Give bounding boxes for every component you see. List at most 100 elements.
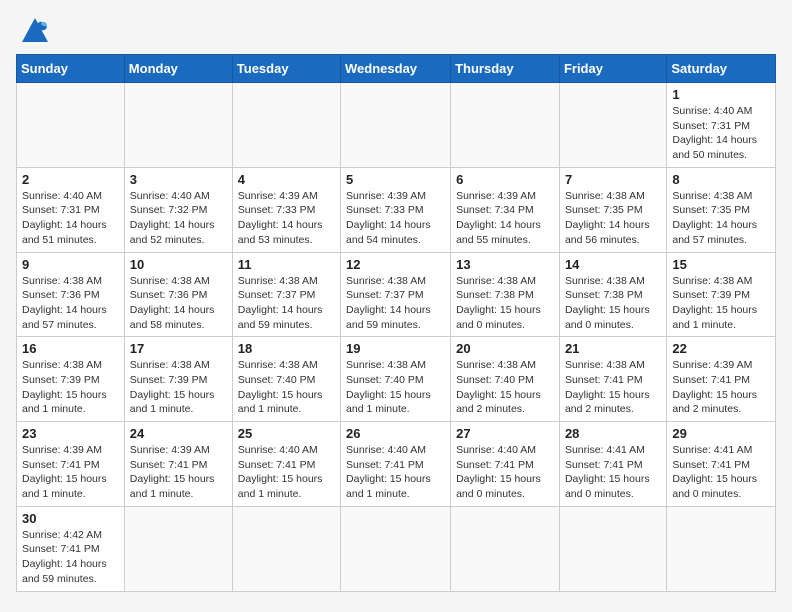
calendar-day-cell: 28Sunrise: 4:41 AM Sunset: 7:41 PM Dayli…: [559, 422, 666, 507]
calendar: SundayMondayTuesdayWednesdayThursdayFrid…: [16, 54, 776, 592]
day-header-tuesday: Tuesday: [232, 55, 340, 83]
day-info: Sunrise: 4:39 AM Sunset: 7:41 PM Dayligh…: [22, 443, 119, 502]
day-number: 26: [346, 426, 445, 441]
day-info: Sunrise: 4:38 AM Sunset: 7:35 PM Dayligh…: [565, 189, 661, 248]
calendar-day-cell: 29Sunrise: 4:41 AM Sunset: 7:41 PM Dayli…: [667, 422, 776, 507]
day-number: 18: [238, 341, 335, 356]
calendar-day-cell: 9Sunrise: 4:38 AM Sunset: 7:36 PM Daylig…: [17, 252, 125, 337]
day-number: 1: [672, 87, 770, 102]
day-number: 25: [238, 426, 335, 441]
day-info: Sunrise: 4:39 AM Sunset: 7:41 PM Dayligh…: [672, 358, 770, 417]
day-info: Sunrise: 4:40 AM Sunset: 7:31 PM Dayligh…: [672, 104, 770, 163]
calendar-day-cell: [232, 506, 340, 591]
calendar-day-cell: 19Sunrise: 4:38 AM Sunset: 7:40 PM Dayli…: [341, 337, 451, 422]
day-number: 3: [130, 172, 227, 187]
day-info: Sunrise: 4:38 AM Sunset: 7:39 PM Dayligh…: [672, 274, 770, 333]
calendar-day-cell: [341, 83, 451, 168]
day-number: 2: [22, 172, 119, 187]
calendar-week-row: 9 Sunrise: 4:38 AM Sunset: 7:36 PM Daylig…: [17, 252, 776, 337]
calendar-day-cell: 10 Sunrise: 4:38 AM Sunset: 7:36 PM Dayli…: [124, 252, 232, 337]
day-number: 10: [130, 257, 227, 272]
calendar-day-cell: [451, 506, 560, 591]
calendar-day-cell: 11 Sunrise: 4:38 AM Sunset: 7:37 PM Dayli…: [232, 252, 340, 337]
day-info: Sunrise: 4:38 AM Sunset: 7:38 PM Dayligh…: [456, 274, 554, 333]
calendar-week-row: 30Sunrise: 4:42 AM Sunset: 7:41 PM Dayli…: [17, 506, 776, 591]
calendar-day-cell: 14 Sunrise: 4:38 AM Sunset: 7:38 PM Dayli…: [559, 252, 666, 337]
calendar-day-cell: [232, 83, 340, 168]
calendar-day-cell: 24 Sunrise: 4:39 AM Sunset: 7:41 PM Dayli…: [124, 422, 232, 507]
calendar-day-cell: 15 Sunrise: 4:38 AM Sunset: 7:39 PM Dayli…: [667, 252, 776, 337]
day-info: Sunrise: 4:39 AM Sunset: 7:33 PM Dayligh…: [346, 189, 445, 248]
logo: [16, 16, 50, 44]
day-info: Sunrise: 4:38 AM Sunset: 7:40 PM Dayligh…: [456, 358, 554, 417]
day-info: Sunrise: 4:40 AM Sunset: 7:41 PM Dayligh…: [456, 443, 554, 502]
day-number: 16: [22, 341, 119, 356]
day-number: 24: [130, 426, 227, 441]
day-info: Sunrise: 4:40 AM Sunset: 7:41 PM Dayligh…: [346, 443, 445, 502]
calendar-day-cell: [341, 506, 451, 591]
calendar-day-cell: 20 Sunrise: 4:38 AM Sunset: 7:40 PM Dayli…: [451, 337, 560, 422]
day-number: 22: [672, 341, 770, 356]
calendar-day-cell: 1 Sunrise: 4:40 AM Sunset: 7:31 PM Daylig…: [667, 83, 776, 168]
day-header-sunday: Sunday: [17, 55, 125, 83]
calendar-header-row: SundayMondayTuesdayWednesdayThursdayFrid…: [17, 55, 776, 83]
day-info: Sunrise: 4:40 AM Sunset: 7:41 PM Dayligh…: [238, 443, 335, 502]
calendar-week-row: 1 Sunrise: 4:40 AM Sunset: 7:31 PM Daylig…: [17, 83, 776, 168]
calendar-day-cell: 3 Sunrise: 4:40 AM Sunset: 7:32 PM Daylig…: [124, 167, 232, 252]
calendar-day-cell: 26 Sunrise: 4:40 AM Sunset: 7:41 PM Dayli…: [341, 422, 451, 507]
day-info: Sunrise: 4:40 AM Sunset: 7:32 PM Dayligh…: [130, 189, 227, 248]
calendar-day-cell: [124, 83, 232, 168]
day-number: 17: [130, 341, 227, 356]
calendar-week-row: 23 Sunrise: 4:39 AM Sunset: 7:41 PM Dayli…: [17, 422, 776, 507]
day-number: 23: [22, 426, 119, 441]
day-number: 9: [22, 257, 119, 272]
calendar-day-cell: 2 Sunrise: 4:40 AM Sunset: 7:31 PM Daylig…: [17, 167, 125, 252]
calendar-day-cell: [559, 83, 666, 168]
day-header-wednesday: Wednesday: [341, 55, 451, 83]
day-number: 6: [456, 172, 554, 187]
day-info: Sunrise: 4:40 AM Sunset: 7:31 PM Dayligh…: [22, 189, 119, 248]
day-info: Sunrise: 4:39 AM Sunset: 7:41 PM Dayligh…: [130, 443, 227, 502]
day-number: 13: [456, 257, 554, 272]
calendar-day-cell: [17, 83, 125, 168]
day-info: Sunrise: 4:39 AM Sunset: 7:33 PM Dayligh…: [238, 189, 335, 248]
day-number: 30: [22, 511, 119, 526]
calendar-week-row: 16 Sunrise: 4:38 AM Sunset: 7:39 PM Dayli…: [17, 337, 776, 422]
day-info: Sunrise: 4:38 AM Sunset: 7:41 PM Dayligh…: [565, 358, 661, 417]
calendar-day-cell: 17 Sunrise: 4:38 AM Sunset: 7:39 PM Dayli…: [124, 337, 232, 422]
calendar-day-cell: 30Sunrise: 4:42 AM Sunset: 7:41 PM Dayli…: [17, 506, 125, 591]
day-info: Sunrise: 4:38 AM Sunset: 7:38 PM Dayligh…: [565, 274, 661, 333]
day-info: Sunrise: 4:39 AM Sunset: 7:34 PM Dayligh…: [456, 189, 554, 248]
calendar-day-cell: 12Sunrise: 4:38 AM Sunset: 7:37 PM Dayli…: [341, 252, 451, 337]
calendar-day-cell: 23 Sunrise: 4:39 AM Sunset: 7:41 PM Dayli…: [17, 422, 125, 507]
day-number: 27: [456, 426, 554, 441]
day-info: Sunrise: 4:38 AM Sunset: 7:39 PM Dayligh…: [130, 358, 227, 417]
calendar-day-cell: 18 Sunrise: 4:38 AM Sunset: 7:40 PM Dayli…: [232, 337, 340, 422]
header: [16, 16, 776, 44]
calendar-day-cell: [559, 506, 666, 591]
day-header-friday: Friday: [559, 55, 666, 83]
day-info: Sunrise: 4:38 AM Sunset: 7:37 PM Dayligh…: [238, 274, 335, 333]
day-number: 11: [238, 257, 335, 272]
day-info: Sunrise: 4:41 AM Sunset: 7:41 PM Dayligh…: [565, 443, 661, 502]
calendar-day-cell: [667, 506, 776, 591]
day-number: 7: [565, 172, 661, 187]
day-info: Sunrise: 4:38 AM Sunset: 7:36 PM Dayligh…: [130, 274, 227, 333]
day-number: 15: [672, 257, 770, 272]
day-header-thursday: Thursday: [451, 55, 560, 83]
logo-icon: [20, 16, 50, 44]
calendar-week-row: 2 Sunrise: 4:40 AM Sunset: 7:31 PM Daylig…: [17, 167, 776, 252]
calendar-day-cell: 5Sunrise: 4:39 AM Sunset: 7:33 PM Daylig…: [341, 167, 451, 252]
day-info: Sunrise: 4:38 AM Sunset: 7:39 PM Dayligh…: [22, 358, 119, 417]
calendar-day-cell: 22 Sunrise: 4:39 AM Sunset: 7:41 PM Dayli…: [667, 337, 776, 422]
day-number: 20: [456, 341, 554, 356]
calendar-day-cell: 4 Sunrise: 4:39 AM Sunset: 7:33 PM Daylig…: [232, 167, 340, 252]
calendar-day-cell: 27 Sunrise: 4:40 AM Sunset: 7:41 PM Dayli…: [451, 422, 560, 507]
day-info: Sunrise: 4:38 AM Sunset: 7:37 PM Dayligh…: [346, 274, 445, 333]
day-number: 14: [565, 257, 661, 272]
calendar-day-cell: [451, 83, 560, 168]
day-number: 4: [238, 172, 335, 187]
day-info: Sunrise: 4:38 AM Sunset: 7:40 PM Dayligh…: [238, 358, 335, 417]
day-header-saturday: Saturday: [667, 55, 776, 83]
day-info: Sunrise: 4:38 AM Sunset: 7:35 PM Dayligh…: [672, 189, 770, 248]
